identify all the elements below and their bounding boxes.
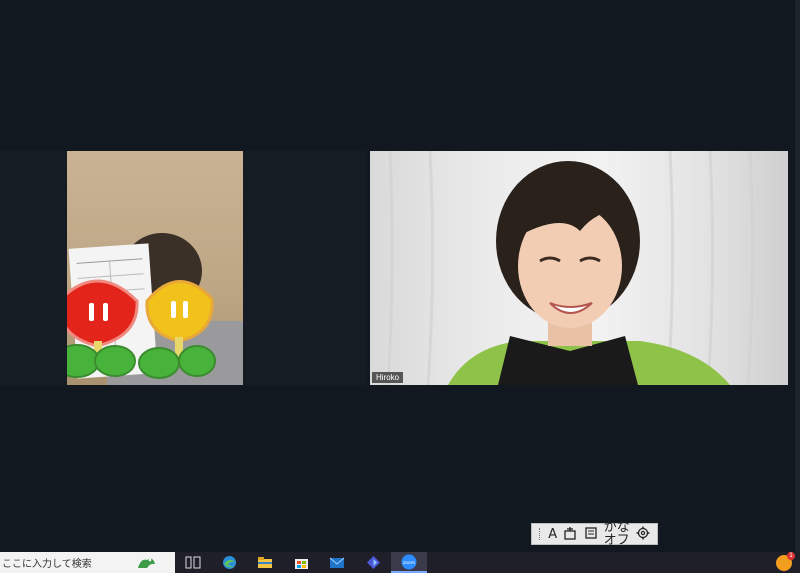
dragon-search-decoration-icon <box>138 558 155 568</box>
task-view-button[interactable] <box>175 552 211 573</box>
participant-video-right[interactable] <box>370 151 788 385</box>
app-icon <box>366 556 380 569</box>
taskbar: ここに入力して検索 zoom 1 <box>0 551 800 573</box>
store-icon <box>294 559 308 569</box>
edge-button[interactable] <box>211 552 247 573</box>
ime-dictionary-icon[interactable] <box>584 526 598 543</box>
ime-pad-icon[interactable] <box>563 526 577 543</box>
ime-language-bar: A かな オフ <box>531 521 658 547</box>
participant-video-left[interactable] <box>67 151 243 385</box>
file-explorer-icon <box>258 557 272 568</box>
ime-input-mode-button[interactable]: A <box>548 528 557 541</box>
taskbar-search-box[interactable]: ここに入力して検索 <box>0 552 175 573</box>
edge-icon <box>222 556 236 569</box>
mail-icon <box>329 557 345 568</box>
ime-bar-grip[interactable] <box>539 528 542 540</box>
participant-video-left-image <box>67 233 243 385</box>
search-placeholder: ここに入力して検索 <box>2 559 92 570</box>
participant-video-right-image <box>386 151 755 385</box>
mail-button[interactable] <box>319 552 355 573</box>
gear-icon[interactable] <box>636 526 650 543</box>
notification-icon[interactable]: 1 <box>776 551 795 571</box>
empty-tile-area <box>0 151 67 385</box>
task-view-icon <box>185 556 201 569</box>
ime-kana-toggle[interactable]: かな オフ <box>604 521 630 547</box>
ime-kana-line2: オフ <box>603 533 630 548</box>
empty-tile-area <box>243 151 366 385</box>
file-explorer-button[interactable] <box>247 552 283 573</box>
app-button[interactable] <box>355 552 391 573</box>
participant-name-label: Hiroko <box>372 372 404 383</box>
notification-badge: 1 <box>787 551 795 560</box>
zoom-icon: zoom <box>401 554 417 569</box>
gallery-edge <box>795 0 800 552</box>
red-flower-sticker <box>67 279 139 378</box>
zoom-button[interactable]: zoom <box>391 552 427 573</box>
zoom-icon-label: zoom <box>403 561 415 566</box>
store-button[interactable] <box>283 552 319 573</box>
